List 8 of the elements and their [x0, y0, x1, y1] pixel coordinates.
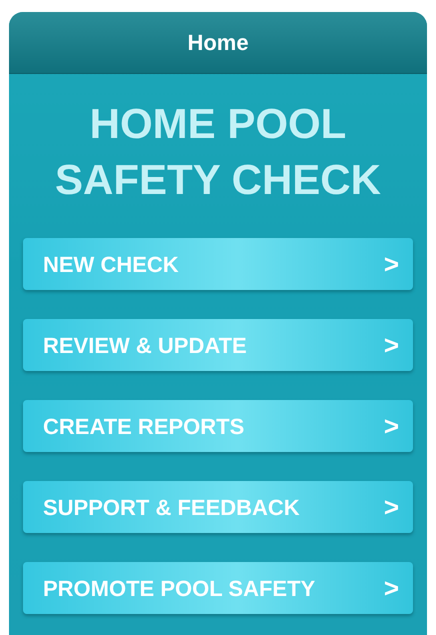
menu-button[interactable]: PROMOTE POOL SAFETY > [23, 562, 413, 614]
menu-button[interactable]: SUPPORT & FEEDBACK > [23, 481, 413, 533]
app-title: HOME POOL [90, 99, 346, 149]
app-title: SAFETY CHECK [55, 155, 381, 205]
menu-button[interactable]: REVIEW & UPDATE > [23, 319, 413, 371]
menu-button[interactable]: NEW CHECK > [23, 238, 413, 290]
menu-button[interactable]: CREATE REPORTS > [23, 400, 413, 452]
header-title: Home [187, 29, 249, 57]
